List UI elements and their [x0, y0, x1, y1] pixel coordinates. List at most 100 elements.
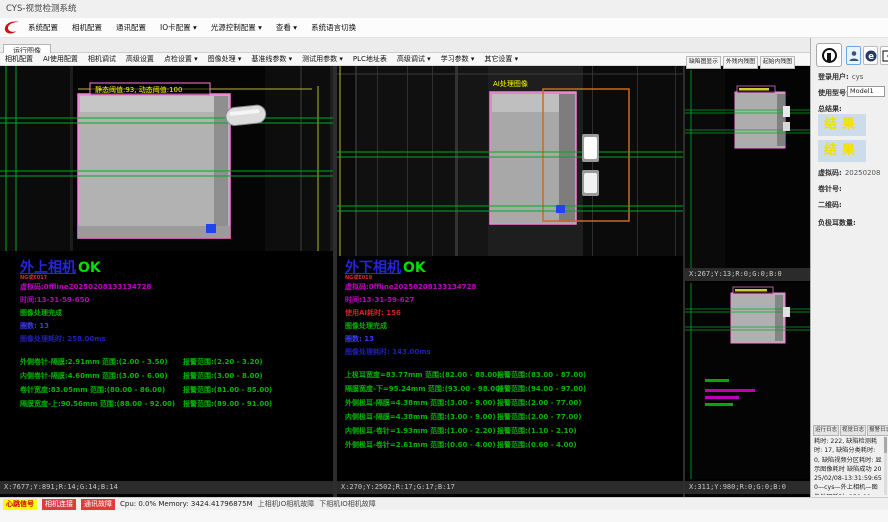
ai-image-label: AI处理图像 — [493, 79, 528, 88]
tool-advanced-settings[interactable]: 高级设置 — [121, 54, 159, 64]
e-icon: e — [865, 50, 877, 62]
tab-run-log[interactable]: 运行日志 — [813, 425, 839, 436]
tab-vision-log[interactable]: 视觉日志 — [840, 425, 866, 436]
middle-ai-elapsed: 使用AI耗时: 156 — [345, 307, 677, 320]
menu-light-config[interactable]: 光源控制配置 ▾ — [204, 18, 269, 38]
thumbnail-image-top[interactable] — [685, 70, 810, 268]
cpu-memory-text: Cpu: 0.0% Memory: 3424.41796875M — [120, 500, 253, 508]
tab-outer-residual[interactable]: 外残内残图 — [723, 56, 758, 69]
upper-camera-status: 上相机IO相机故障 — [258, 499, 315, 509]
alarm-range: 报警范围:(81.00 - 85.00) — [183, 383, 272, 397]
measure-value: 内侧极耳-卷针=1.93mm 范围:(1.00 - 2.20) — [345, 424, 497, 438]
vcode-value: 20250208 — [845, 169, 881, 177]
tab-alarm-log[interactable]: 报警日志 — [867, 425, 888, 436]
result-badge-2: 结果 — [818, 140, 866, 162]
alarm-range: 报警范围:(2.00 - 77.00) — [497, 410, 581, 424]
measure-value: 上极耳宽度=83.77mm 范围:(82.00 - 88.00) — [345, 368, 497, 382]
tool-test-params[interactable]: 测试用参数 ▾ — [297, 54, 348, 64]
tab-count-label: 负极耳数量: — [818, 218, 856, 228]
tool-ai-config[interactable]: AI使用配置 — [38, 54, 83, 64]
pause-button[interactable] — [816, 43, 842, 67]
left-turn-count: 圈数: 13 — [20, 320, 325, 333]
tool-plc-address[interactable]: PLC地址表 — [348, 54, 392, 64]
explorer-button[interactable]: e — [863, 46, 878, 65]
measure-value: 隔膜宽度-下=95.24mm 范围:(93.00 - 98.00) — [345, 382, 497, 396]
tool-learning-params[interactable]: 学习参数 ▾ — [436, 54, 480, 64]
pin-number-label: 卷针号: — [818, 184, 842, 194]
window-title: CYS-视觉检测系统 — [0, 0, 888, 18]
left-barcode: 虚拟码:0ffline20250208133134728 — [20, 281, 325, 294]
alarm-range: 报警范围:(1.10 - 2.10) — [497, 424, 577, 438]
measure-value: 外侧极耳-隔膜=4.38mm 范围:(3.00 - 9.00) — [345, 396, 497, 410]
measurement-row: 上极耳宽度=83.77mm 范围:(82.00 - 88.00) 报警范围:(8… — [345, 368, 677, 382]
login-user-value: cys — [852, 73, 864, 81]
left-camera-image[interactable]: 静态阈值:93, 动态阈值:100 — [0, 66, 333, 251]
menu-view[interactable]: 查看 ▾ — [269, 18, 304, 38]
alarm-range: 报警范围:(89.00 - 91.00) — [183, 397, 272, 411]
middle-camera-name: 外下相机 — [345, 260, 401, 276]
model-row: 使用型号: — [818, 88, 849, 98]
measurement-row: 卷针宽度:83.05mm 范围:(80.00 - 86.00) 报警范围:(81… — [20, 383, 325, 397]
model-input[interactable]: Model1 — [847, 86, 885, 97]
blue-marker — [556, 205, 565, 213]
menu-comm-config[interactable]: 通讯配置 — [109, 18, 153, 38]
app-logo-icon — [3, 20, 21, 35]
menu-bar: 系统配置 相机配置 通讯配置 IO卡配置 ▾ 光源控制配置 ▾ 查看 ▾ 系统语… — [0, 18, 888, 38]
blue-marker — [206, 224, 216, 233]
menu-camera-config[interactable]: 相机配置 — [65, 18, 109, 38]
user-button[interactable] — [846, 46, 861, 65]
tool-other-settings[interactable]: 其它设置 ▾ — [479, 54, 523, 64]
left-time: 时间:13-31-59-650 — [20, 294, 325, 307]
alarm-range: 报警范围:(83.00 - 87.00) — [497, 368, 586, 382]
menu-system-config[interactable]: 系统配置 — [21, 18, 65, 38]
tab-start-residual[interactable]: 起始内残图 — [760, 56, 795, 69]
measurement-row: 内侧极耳-隔膜=4.38mm 范围:(3.00 - 9.00) 报警范围:(2.… — [345, 410, 677, 424]
middle-process-done: 图像处理完成 — [345, 320, 677, 333]
tool-spot-check[interactable]: 点检设置 ▾ — [159, 54, 203, 64]
measurement-row: 内侧极耳-卷针=1.93mm 范围:(1.00 - 2.20) 报警范围:(1.… — [345, 424, 677, 438]
measurement-row: 内侧卷针-隔膜:4.60mm 范围:(3.00 - 6.00) 报警范围:(3.… — [20, 369, 325, 383]
middle-turn-count: 圈数: 13 — [345, 333, 677, 346]
log-scrollbar[interactable] — [884, 437, 887, 495]
thumb2-coordinate-bar: X:311;Y:980;R:0;G:0;B:0 — [685, 481, 810, 494]
alarm-range: 报警范围:(94.00 - 97.00) — [497, 382, 586, 396]
status-bar: 心跳信号 相机连接 通讯故障 Cpu: 0.0% Memory: 3424.41… — [0, 497, 888, 510]
app-window: CYS-视觉检测系统 系统配置 相机配置 通讯配置 IO卡配置 ▾ 光源控制配置… — [0, 0, 888, 522]
vcode-label: 虚拟码: — [818, 169, 842, 177]
middle-time: 时间:13-31-59-627 — [345, 294, 677, 307]
right-sidebar: e 登录用户:cys 使用型号: Model1 总结果: 结果 结果 虚拟码:2… — [810, 38, 888, 497]
measurement-row: 隔膜宽度-下=95.24mm 范围:(93.00 - 98.00) 报警范围:(… — [345, 382, 677, 396]
middle-barcode: 虚拟码:0ffline20250208133134728 — [345, 281, 677, 294]
menu-language-switch[interactable]: 系统语言切换 — [304, 18, 363, 38]
log-tab-bar: 运行日志 视觉日志 报警日志 — [813, 425, 888, 436]
measure-value: 卷针宽度:83.05mm 范围:(80.00 - 86.00) — [20, 383, 183, 397]
exit-button[interactable] — [880, 46, 888, 65]
login-user-row: 登录用户:cys — [818, 72, 863, 82]
tab-defect-image[interactable]: 缺陷图显示 — [686, 56, 721, 69]
model-label: 使用型号: — [818, 89, 849, 97]
svg-text:e: e — [868, 51, 874, 61]
alarm-range: 报警范围:(3.00 - 8.00) — [183, 369, 263, 383]
qr-code-label: 二维码: — [818, 200, 842, 210]
result-badge-1: 结果 — [818, 114, 866, 136]
threshold-label: 静态阈值:93, 动态阈值:100 — [95, 85, 182, 94]
pause-icon — [822, 48, 837, 63]
middle-camera-image[interactable]: AI处理图像 — [337, 66, 683, 256]
left-elapsed: 图像处理耗时: 258.00ms — [20, 333, 325, 346]
tool-camera-debug[interactable]: 相机调试 — [83, 54, 121, 64]
panel-divider — [333, 66, 337, 497]
measurement-row: 隔膜宽度-上:90.56mm 范围:(88.00 - 92.00) 报警范围:(… — [20, 397, 325, 411]
left-process-done: 图像处理完成 — [20, 307, 325, 320]
tool-advanced-debug[interactable]: 高级调试 ▾ — [392, 54, 436, 64]
bottom-spacer — [0, 510, 888, 522]
scrollbar-thumb[interactable] — [884, 437, 887, 453]
alarm-range: 报警范围:(0.60 - 4.00) — [497, 438, 577, 452]
menu-io-config[interactable]: IO卡配置 ▾ — [153, 18, 204, 38]
measure-value: 内侧极耳-隔膜=4.38mm 范围:(3.00 - 9.00) — [345, 410, 497, 424]
tool-image-processing[interactable]: 图像处理 ▾ — [203, 54, 247, 64]
login-user-label: 登录用户: — [818, 73, 849, 81]
log-text: 耗时: 222, 缺陷检测耗时: 17, 缺陷分类耗时: 0, 缺陷视频分区耗时… — [814, 437, 883, 495]
tool-camera-config[interactable]: 相机配置 — [0, 54, 38, 64]
thumbnail-image-bottom[interactable] — [685, 283, 810, 479]
tool-baseline-params[interactable]: 基准线参数 ▾ — [246, 54, 297, 64]
